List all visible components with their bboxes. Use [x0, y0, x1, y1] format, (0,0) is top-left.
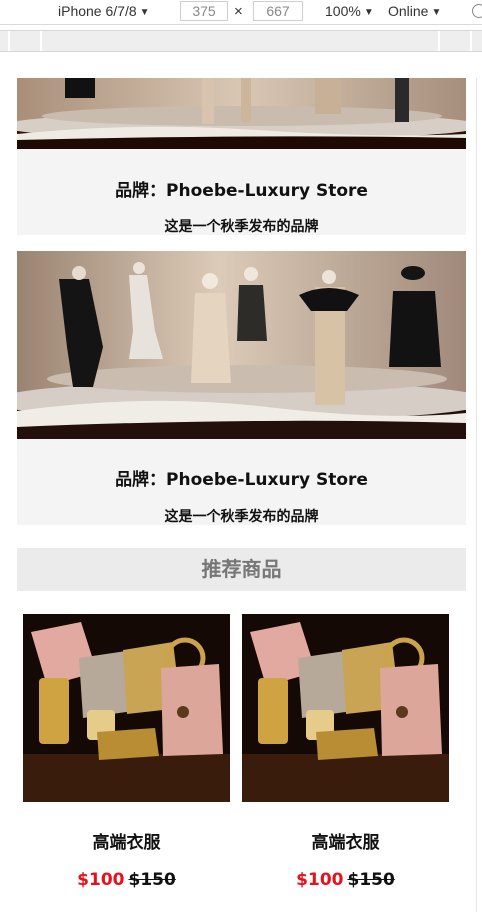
- ruler-divider: [470, 31, 472, 51]
- caret-down-icon: ▼: [431, 7, 442, 18]
- original-price: $150: [128, 870, 176, 890]
- brand-card[interactable]: 品牌：Phoebe-Luxury Store 这是一个秋季发布的品牌: [17, 251, 466, 525]
- brand-title: 品牌：Phoebe-Luxury Store: [115, 181, 368, 201]
- device-viewport: 品牌：Phoebe-Luxury Store 这是一个秋季发布的品牌 品牌：Ph…: [8, 78, 477, 912]
- product-image: [23, 614, 230, 802]
- product-name: 高端衣服: [92, 833, 161, 853]
- zoom-label: 100%: [325, 3, 361, 19]
- ruler-divider: [8, 31, 10, 51]
- height-input[interactable]: 667: [253, 1, 303, 21]
- current-price: $100: [296, 870, 344, 890]
- media-query-ruler[interactable]: [0, 30, 482, 52]
- devtools-toolbar: iPhone 6/7/8 ▼ 375 × 667 100% ▼ Online ▼: [0, 0, 482, 25]
- product-card[interactable]: 高端衣服 $100 $150: [242, 614, 449, 904]
- dimension-separator: ×: [234, 3, 243, 20]
- device-select[interactable]: iPhone 6/7/8 ▼: [58, 3, 150, 19]
- caret-down-icon: ▼: [139, 7, 150, 18]
- width-input[interactable]: 375: [180, 1, 228, 21]
- showroom-image: [17, 251, 466, 439]
- brand-card[interactable]: 品牌：Phoebe-Luxury Store 这是一个秋季发布的品牌: [17, 78, 466, 235]
- product-card[interactable]: 高端衣服 $100 $150: [23, 614, 230, 904]
- original-price: $150: [347, 870, 395, 890]
- brand-description: 这是一个秋季发布的品牌: [164, 219, 319, 235]
- product-name: 高端衣服: [311, 833, 380, 853]
- brand-description: 这是一个秋季发布的品牌: [164, 509, 319, 525]
- ruler-divider: [438, 31, 440, 51]
- product-image: [242, 614, 449, 802]
- price-row: $100 $150: [23, 870, 230, 890]
- showroom-image: [17, 78, 466, 149]
- rotate-icon[interactable]: [472, 4, 482, 18]
- current-price: $100: [77, 870, 125, 890]
- ruler-divider: [40, 31, 42, 51]
- caret-down-icon: ▼: [363, 7, 374, 18]
- zoom-select[interactable]: 100% ▼: [325, 3, 374, 19]
- brand-title: 品牌：Phoebe-Luxury Store: [115, 470, 368, 490]
- network-label: Online: [388, 3, 429, 19]
- device-label: iPhone 6/7/8: [58, 3, 137, 19]
- recommend-heading: 推荐商品: [17, 548, 466, 591]
- price-row: $100 $150: [242, 870, 449, 890]
- network-select[interactable]: Online ▼: [388, 3, 441, 19]
